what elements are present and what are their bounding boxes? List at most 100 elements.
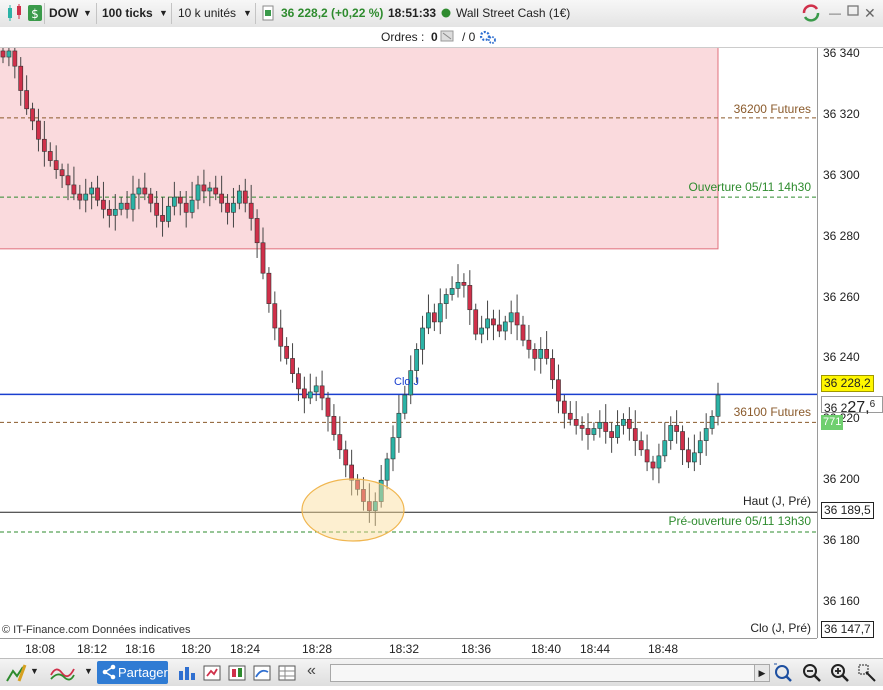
candle: [319, 385, 325, 399]
candle: [24, 90, 30, 110]
price-tick-label: 36 180: [823, 533, 860, 548]
share-button[interactable]: Partager: [97, 661, 168, 684]
candle: [420, 327, 425, 350]
candle: [597, 422, 603, 429]
level-label-36100-futures: 36100 Futures: [733, 405, 811, 419]
candle: [585, 428, 591, 435]
candle: [538, 349, 544, 359]
candle: [266, 272, 272, 304]
candle: [526, 339, 532, 350]
cursor-price-prefix: 36 2: [824, 401, 848, 415]
candle: [331, 415, 337, 435]
clock-time: 18:51:33: [388, 6, 437, 20]
footer-note: © IT-Finance.com Données indicatives: [2, 624, 191, 636]
candle: [343, 449, 349, 466]
sync-icon[interactable]: [800, 3, 822, 22]
candle: [95, 187, 100, 201]
candlestick-chart-icon[interactable]: [5, 3, 25, 22]
candle: [142, 187, 148, 195]
candle: [177, 196, 183, 204]
price-tick-label: 36 340: [823, 46, 860, 60]
candle: [101, 199, 106, 210]
candle: [337, 434, 343, 451]
candle: [301, 388, 307, 399]
candle: [431, 312, 437, 323]
chart-area[interactable]: 36200 Futures Ouverture 05/11 14h30 Clo …: [0, 48, 817, 638]
orders-clear-icon[interactable]: [440, 30, 454, 45]
candle: [396, 412, 402, 438]
candle: [130, 193, 136, 210]
drawing-tools-icon[interactable]: [5, 663, 27, 683]
candle: [53, 160, 59, 170]
zoom-fit-icon[interactable]: [772, 663, 792, 683]
candle: [236, 190, 242, 204]
chevron-down-icon[interactable]: ▼: [159, 4, 168, 23]
minimize-icon[interactable]: —: [829, 4, 841, 23]
candle: [544, 349, 550, 359]
time-tick-label: 18:16: [125, 642, 156, 656]
orders-count-b: / 0: [462, 30, 476, 44]
chevron-down-icon[interactable]: ▼: [83, 4, 92, 23]
candle: [626, 419, 632, 429]
close-icon[interactable]: ✕: [864, 4, 876, 23]
chevron-down-icon[interactable]: ▼: [30, 666, 39, 676]
candle: [83, 193, 89, 201]
candle: [242, 190, 248, 204]
horizontal-scrollbar[interactable]: ▶: [330, 664, 770, 682]
compare-icon[interactable]: [227, 663, 247, 683]
chevron-down-icon[interactable]: ▼: [84, 666, 93, 676]
scroll-right-arrow-icon[interactable]: ▶: [754, 665, 769, 681]
candle: [77, 193, 83, 201]
candle: [189, 199, 195, 213]
interval-select[interactable]: 100 ticks: [102, 4, 153, 23]
instrument-select[interactable]: DOW: [49, 4, 78, 23]
time-tick-label: 18:20: [181, 642, 212, 656]
zoom-box-icon[interactable]: [857, 663, 877, 683]
price-tick-label: 36 260: [823, 289, 860, 304]
candle: [183, 202, 189, 213]
gear-icon[interactable]: [479, 29, 497, 48]
indicators-icon[interactable]: [50, 663, 76, 683]
chevron-down-icon[interactable]: ▼: [243, 4, 252, 23]
candle: [325, 397, 331, 417]
candle: [703, 428, 709, 441]
price-tick-label: 36 280: [823, 228, 860, 243]
cursor-price-main: 27,: [847, 399, 870, 416]
candle: [461, 282, 467, 286]
candle: [349, 464, 355, 481]
cursor-price-tag: 36 227,6: [821, 396, 883, 416]
time-tick-label: 18:08: [25, 642, 56, 656]
table-icon[interactable]: [277, 663, 297, 683]
zoom-in-icon[interactable]: [829, 663, 849, 683]
maximize-icon[interactable]: [846, 3, 860, 22]
time-tick-label: 18:24: [230, 642, 261, 656]
candle: [709, 415, 715, 429]
units-select[interactable]: 10 k unités: [178, 4, 236, 23]
cursor-price-sup: 6: [869, 399, 876, 410]
time-tick-label: 18:28: [302, 642, 333, 656]
candle: [231, 202, 236, 213]
screener-icon[interactable]: [252, 663, 272, 683]
candle: [520, 324, 526, 341]
time-tick-label: 18:36: [461, 642, 492, 656]
zoom-out-icon[interactable]: [801, 663, 821, 683]
candle: [166, 205, 171, 222]
candle: [272, 303, 278, 329]
bar-chart-icon[interactable]: [177, 663, 197, 683]
refresh-dollar-icon[interactable]: $: [27, 3, 43, 22]
candle: [591, 428, 597, 435]
candle: [426, 312, 431, 329]
share-icon: [102, 661, 116, 690]
candle: [473, 309, 479, 335]
candle: [686, 449, 691, 463]
candle: [632, 428, 638, 441]
scroll-left-icon[interactable]: «: [307, 662, 316, 680]
candle: [112, 208, 118, 216]
candle: [284, 345, 290, 359]
candle: [65, 175, 71, 186]
candle: [650, 461, 656, 469]
alert-icon[interactable]: [202, 663, 222, 683]
candle: [449, 288, 455, 295]
time-axis: 18:08 18:12 18:16 18:20 18:24 18:28 18:32 18:36…: [0, 638, 817, 659]
price-chart[interactable]: [0, 48, 817, 638]
